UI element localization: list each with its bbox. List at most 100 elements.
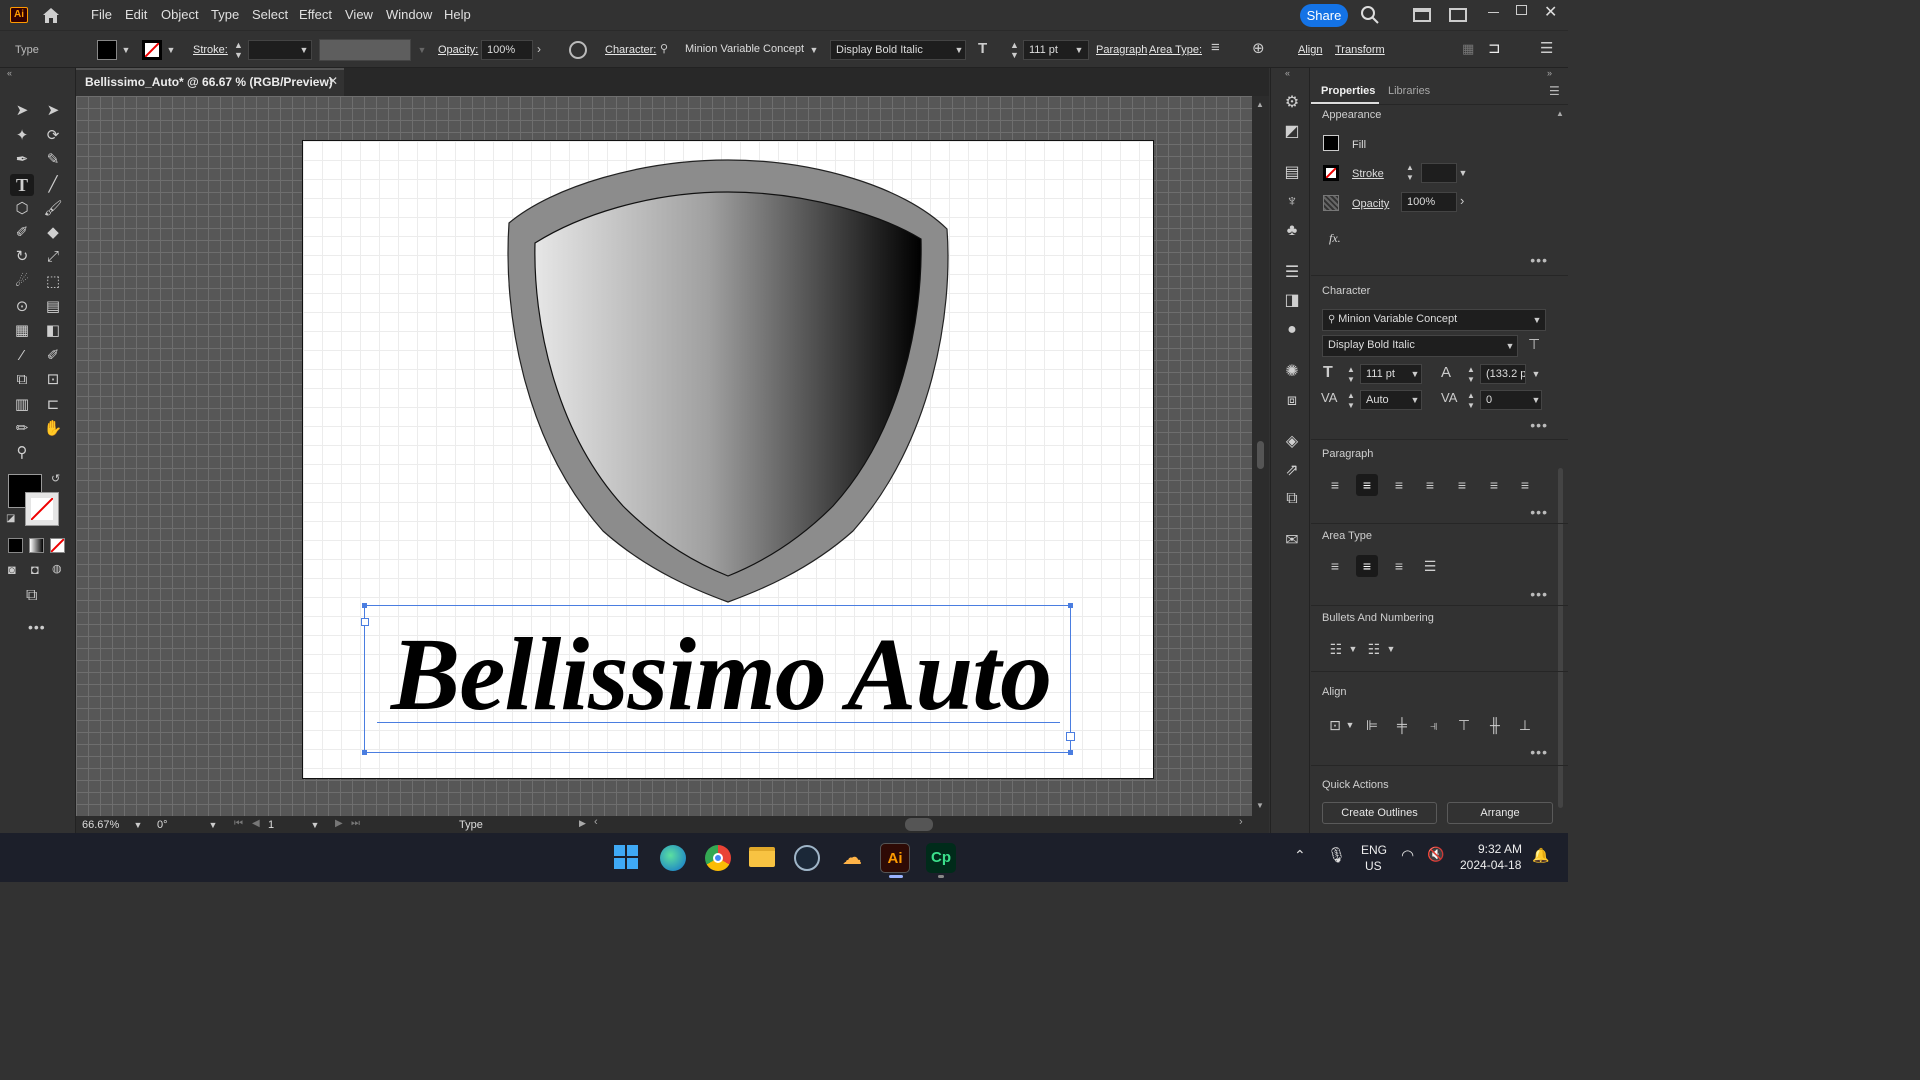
panel-scroll-thumb[interactable] [1558, 468, 1563, 808]
shaper-tool-icon[interactable]: ✐ [10, 222, 34, 244]
stroke-color-large[interactable] [25, 492, 59, 526]
graphic-styles-icon[interactable]: ⧈ [1281, 390, 1303, 412]
chevron-down-icon[interactable]: ▼ [298, 44, 310, 56]
volume-muted-icon[interactable]: 🔇 [1427, 846, 1444, 863]
free-transform-tool-icon[interactable]: ⬚ [41, 271, 65, 293]
default-colors-icon[interactable]: ◪ [6, 513, 15, 524]
more-options-icon[interactable]: ••• [1530, 504, 1548, 520]
brushes-icon[interactable]: ♆ [1281, 191, 1303, 213]
in-port-handle[interactable] [361, 618, 369, 626]
create-outlines-button[interactable]: Create Outlines [1322, 802, 1437, 824]
notification-bell-icon[interactable]: 🔔 [1532, 847, 1549, 864]
resize-handle[interactable] [362, 603, 367, 608]
stroke-swatch[interactable] [1323, 165, 1339, 181]
chevron-down-icon[interactable]: ▼ [1073, 44, 1085, 56]
language-top[interactable]: ENG [1361, 843, 1387, 857]
file-explorer-icon[interactable] [749, 847, 775, 867]
stepper-icon[interactable]: ▲ ▼ [1406, 163, 1414, 183]
clock-time[interactable]: 9:32 AM [1478, 842, 1522, 856]
panel-scroll-up-icon[interactable]: ▲ [1556, 109, 1564, 118]
variable-width-profile[interactable] [319, 39, 411, 61]
line-tool-icon[interactable]: ╱ [41, 174, 65, 196]
home-icon[interactable] [40, 5, 62, 25]
more-options-icon[interactable]: ••• [1530, 744, 1548, 760]
color-mode-icon[interactable] [8, 538, 23, 553]
chevron-down-icon[interactable]: ▼ [132, 819, 144, 831]
chevron-down-icon[interactable]: ▼ [309, 819, 321, 831]
panel-options-icon[interactable]: ⊐ [1488, 39, 1501, 57]
align-center-icon[interactable]: ≡ [1356, 474, 1378, 496]
restore-icon[interactable] [1516, 5, 1527, 15]
tab-properties[interactable]: Properties [1321, 85, 1375, 97]
shape-tool-icon[interactable]: ⬡ [10, 198, 34, 220]
edge-icon[interactable] [660, 845, 686, 871]
menu-type[interactable]: Type [211, 7, 239, 22]
microphone-icon[interactable]: 🎙 [1327, 846, 1346, 864]
draw-behind-icon[interactable]: ◘ [31, 562, 39, 577]
search-icon[interactable] [1360, 5, 1380, 25]
menu-object[interactable]: Object [161, 7, 199, 22]
align-label[interactable]: Align [1298, 44, 1322, 56]
isolate-icon[interactable]: ▦ [1462, 41, 1474, 57]
artboard-nav-first-icon[interactable]: ⏮ [234, 818, 243, 829]
justify-all-icon[interactable]: ≡ [1514, 474, 1536, 496]
font-options-icon[interactable]: ⊤ [1528, 336, 1540, 353]
chevron-down-icon[interactable]: ▼ [808, 44, 820, 56]
app-icon[interactable]: ☁ [839, 846, 865, 870]
direct-selection-tool-icon[interactable]: ➤ [41, 100, 65, 122]
transform-label[interactable]: Transform [1335, 44, 1385, 56]
vertical-scrollbar[interactable]: ▲ ▼ [1252, 96, 1269, 816]
align-right-edges-icon[interactable]: ⫣ [1423, 714, 1445, 736]
history-icon[interactable]: ◩ [1281, 121, 1303, 143]
align-vertical-centers-icon[interactable]: ╫ [1484, 714, 1506, 736]
menu-select[interactable]: Select [252, 7, 288, 22]
chevron-right-icon[interactable]: › [537, 42, 541, 56]
hand-tool-icon[interactable]: ✋ [41, 418, 65, 440]
opacity-field[interactable]: 100% [481, 40, 533, 60]
artwork-text[interactable]: Bellissimo Auto [371, 620, 1071, 730]
bullet-list-icon[interactable]: ☷ [1325, 638, 1347, 660]
scale-tool-icon[interactable]: ⤢ [41, 246, 65, 268]
share-button[interactable]: Share [1300, 4, 1348, 27]
pen-tool-icon[interactable]: ✒ [10, 149, 34, 171]
stepper-icon[interactable]: ▲ ▼ [234, 40, 243, 60]
lasso-tool-icon[interactable]: ⟳ [41, 125, 65, 147]
panel-menu-icon[interactable]: ☰ [1549, 84, 1560, 98]
font-style-field[interactable]: Display Bold Italic [1322, 335, 1518, 357]
mesh-tool-icon[interactable]: ▦ [10, 320, 34, 342]
stroke-weight-field[interactable] [1421, 163, 1457, 183]
chevron-down-icon[interactable]: ▼ [953, 44, 965, 56]
character-label[interactable]: Character: [605, 44, 656, 56]
export-icon[interactable]: ⇗ [1281, 460, 1303, 482]
chevron-down-icon[interactable]: ▼ [1409, 368, 1421, 380]
stepper-icon[interactable]: ▲ ▼ [1347, 365, 1355, 385]
more-tools-icon[interactable]: ••• [28, 619, 46, 635]
area-align-center-icon[interactable]: ≡ [1356, 555, 1378, 577]
align-left-edges-icon[interactable]: ⊫ [1361, 714, 1383, 736]
artboard-nav-last-icon[interactable]: ⏭ [351, 818, 360, 829]
chevron-down-icon[interactable]: ▼ [416, 44, 428, 56]
stepper-icon[interactable]: ▲ ▼ [1010, 40, 1019, 60]
artboard-nav-next-icon[interactable]: ▶ [335, 818, 343, 829]
windows-start-icon[interactable] [614, 845, 638, 869]
blend-tool-icon[interactable]: ⧉ [10, 369, 34, 391]
chevron-down-icon[interactable]: ▼ [1530, 368, 1542, 380]
symbols-icon[interactable]: ♣ [1281, 220, 1303, 242]
resize-handle[interactable] [1068, 750, 1073, 755]
stepper-icon[interactable]: ▲ ▼ [1467, 365, 1475, 385]
area-align-bottom-icon[interactable]: ≡ [1388, 555, 1410, 577]
recolor-artwork-icon[interactable] [569, 41, 587, 59]
stroke-label[interactable]: Stroke: [193, 44, 228, 56]
leading-field[interactable]: (133.2 p [1480, 364, 1526, 384]
slice-tool-icon[interactable]: ✏ [10, 418, 34, 440]
perspective-grid-tool-icon[interactable]: ▤ [41, 296, 65, 318]
chevron-up-icon[interactable]: ⌃ [1294, 847, 1306, 864]
illustrator-taskbar-icon[interactable]: Ai [880, 843, 910, 873]
more-options-icon[interactable]: ••• [1530, 417, 1548, 433]
steam-icon[interactable] [794, 845, 820, 871]
justify-right-icon[interactable]: ≡ [1483, 474, 1505, 496]
font-family-field[interactable]: Minion Variable Concept [680, 40, 822, 60]
shape-builder-tool-icon[interactable]: ⊙ [10, 296, 34, 318]
tab-libraries[interactable]: Libraries [1388, 85, 1430, 97]
draw-inside-icon[interactable]: ◍ [52, 562, 62, 575]
